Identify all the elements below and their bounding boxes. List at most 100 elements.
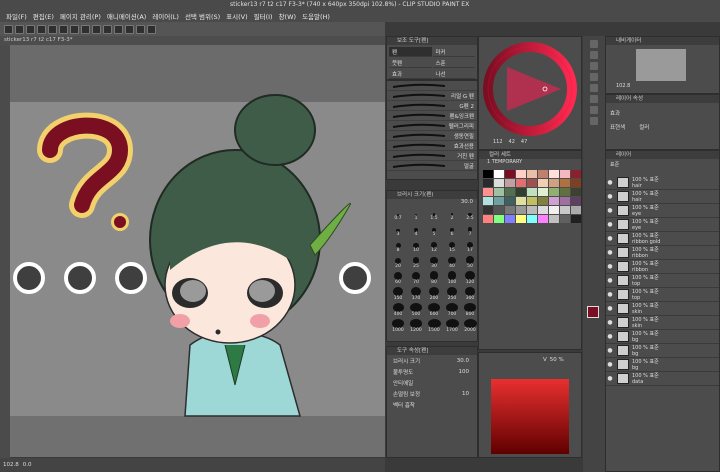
eyedropper-icon[interactable]	[590, 117, 598, 125]
color-swatch[interactable]	[483, 179, 493, 187]
pen-icon[interactable]	[590, 40, 598, 48]
color-swatch[interactable]	[571, 215, 581, 223]
color-swatch[interactable]	[516, 197, 526, 205]
color-swatch[interactable]	[505, 215, 515, 223]
color-wheel-panel[interactable]: 112 42 47	[478, 36, 582, 150]
layer-row[interactable]: ● 100 % 표준 top	[606, 288, 719, 302]
color-swatch[interactable]	[560, 170, 570, 178]
brush-size-option[interactable]: 8	[391, 239, 405, 253]
select-icon[interactable]	[590, 95, 598, 103]
prop-vector-snap[interactable]: 벡터 흡착	[387, 399, 477, 410]
color-swatch[interactable]	[560, 197, 570, 205]
menu-help[interactable]: 도움말(H)	[302, 11, 330, 21]
color-swatch[interactable]	[571, 188, 581, 196]
clear-icon[interactable]	[70, 24, 79, 34]
brush-size-option[interactable]: 1200	[409, 319, 423, 333]
color-swatch[interactable]	[483, 170, 493, 178]
color-swatch[interactable]	[560, 179, 570, 187]
move-icon[interactable]	[590, 84, 598, 92]
color-swatch[interactable]	[516, 170, 526, 178]
color-swatch[interactable]	[549, 206, 559, 214]
color-swatch[interactable]	[571, 197, 581, 205]
brush-size-option[interactable]: 30	[427, 255, 441, 269]
color-swatch[interactable]	[516, 179, 526, 187]
eye-icon[interactable]: ●	[606, 305, 614, 312]
new-file-icon[interactable]	[15, 24, 24, 34]
brush-size-option[interactable]: 80	[427, 271, 441, 285]
brush-size-option[interactable]: 300	[463, 287, 477, 301]
eye-icon[interactable]: ●	[606, 347, 614, 354]
layer-row[interactable]: ● 100 % 표준 top	[606, 274, 719, 288]
settings-icon[interactable]	[147, 24, 156, 34]
menu-animation[interactable]: 애니메이션(A)	[107, 11, 146, 21]
brush-size-option[interactable]: 3	[391, 223, 405, 237]
brush-size-option[interactable]: 1	[409, 207, 423, 221]
grid-icon[interactable]	[125, 24, 134, 34]
menu-page[interactable]: 페이지 관리(P)	[60, 11, 101, 21]
color-swatch[interactable]	[516, 188, 526, 196]
subtool-pen[interactable]: 펜	[389, 47, 432, 57]
color-swatch[interactable]	[505, 206, 515, 214]
menu-window[interactable]: 창(W)	[279, 11, 296, 21]
color-swatch[interactable]	[560, 188, 570, 196]
brush-size-option[interactable]: 400	[391, 303, 405, 317]
layer-row[interactable]: ● 100 % 표준 hair	[606, 190, 719, 204]
menu-layer[interactable]: 레이어(L)	[152, 11, 179, 21]
fill-icon[interactable]	[590, 62, 598, 70]
color-swatch[interactable]	[527, 197, 537, 205]
menu-selection[interactable]: 선택 범위(S)	[185, 11, 220, 21]
brush-item[interactable]: G펜 2	[387, 101, 477, 111]
brush-size-option[interactable]: 250	[445, 287, 459, 301]
eye-icon[interactable]: ●	[606, 277, 614, 284]
brush-size-option[interactable]: 150	[391, 287, 405, 301]
brush-size-option[interactable]: 600	[427, 303, 441, 317]
color-swatch[interactable]	[549, 188, 559, 196]
color-swatch[interactable]	[538, 170, 548, 178]
subtool-brushpen[interactable]: 붓펜	[389, 58, 432, 68]
brush-size-option[interactable]: 500	[409, 303, 423, 317]
color-swatch[interactable]	[483, 215, 493, 223]
eye-icon[interactable]: ●	[606, 291, 614, 298]
color-swatch[interactable]	[505, 170, 515, 178]
color-set-name[interactable]: 1 TEMPORARY	[479, 159, 581, 168]
color-swatch[interactable]	[494, 179, 504, 187]
eye-icon[interactable]: ●	[606, 207, 614, 214]
color-swatch[interactable]	[538, 206, 548, 214]
color-wheel[interactable]	[479, 37, 581, 141]
crop-icon[interactable]	[103, 24, 112, 34]
document-tab[interactable]: sticker13 r7 t2 c17 F3-3*	[0, 36, 385, 45]
color-swatch[interactable]	[505, 179, 515, 187]
layer-row[interactable]: ● 100 % 표준 hair	[606, 176, 719, 190]
brush-size-option[interactable]: 10	[409, 239, 423, 253]
color-value-field[interactable]	[491, 379, 569, 454]
brush-size-option[interactable]: 15	[445, 239, 459, 253]
prop-brush-size[interactable]: 브러시 크기 30.0	[387, 355, 477, 366]
brush-item[interactable]: 거친 펜	[387, 151, 477, 161]
subtool-marker[interactable]: 마커	[432, 47, 475, 57]
eye-icon[interactable]: ●	[606, 221, 614, 228]
color-swatch[interactable]	[538, 215, 548, 223]
color-swatch[interactable]	[494, 170, 504, 178]
expression-value[interactable]: 컬러	[639, 123, 649, 131]
layer-row[interactable]: ● 100 % 표준 eye	[606, 204, 719, 218]
brush-size-option[interactable]: 100	[445, 271, 459, 285]
brush-size-option[interactable]: 17	[463, 239, 477, 253]
color-swatch[interactable]	[538, 179, 548, 187]
brush-size-option[interactable]: 60	[391, 271, 405, 285]
brush-item[interactable]: 리얼 G 펜	[387, 91, 477, 101]
color-swatch[interactable]	[527, 206, 537, 214]
eye-icon[interactable]: ●	[606, 179, 614, 186]
menu-edit[interactable]: 편집(E)	[33, 11, 54, 21]
layer-row[interactable]: ● 100 % 표준 bg	[606, 358, 719, 372]
transform-icon[interactable]	[81, 24, 90, 34]
color-swatch[interactable]	[505, 188, 515, 196]
brush-size-option[interactable]: 70	[409, 271, 423, 285]
brush-item[interactable]: 효과선용	[387, 141, 477, 151]
layer-row[interactable]: ● 100 % 표준 bg	[606, 344, 719, 358]
color-swatch[interactable]	[483, 206, 493, 214]
color-swatch[interactable]	[494, 188, 504, 196]
eye-icon[interactable]: ●	[606, 375, 614, 382]
brush-item[interactable]: 얼굴	[387, 161, 477, 171]
brush-size-option[interactable]: 1700	[445, 319, 459, 333]
brush-size-option[interactable]: 2000	[463, 319, 477, 333]
